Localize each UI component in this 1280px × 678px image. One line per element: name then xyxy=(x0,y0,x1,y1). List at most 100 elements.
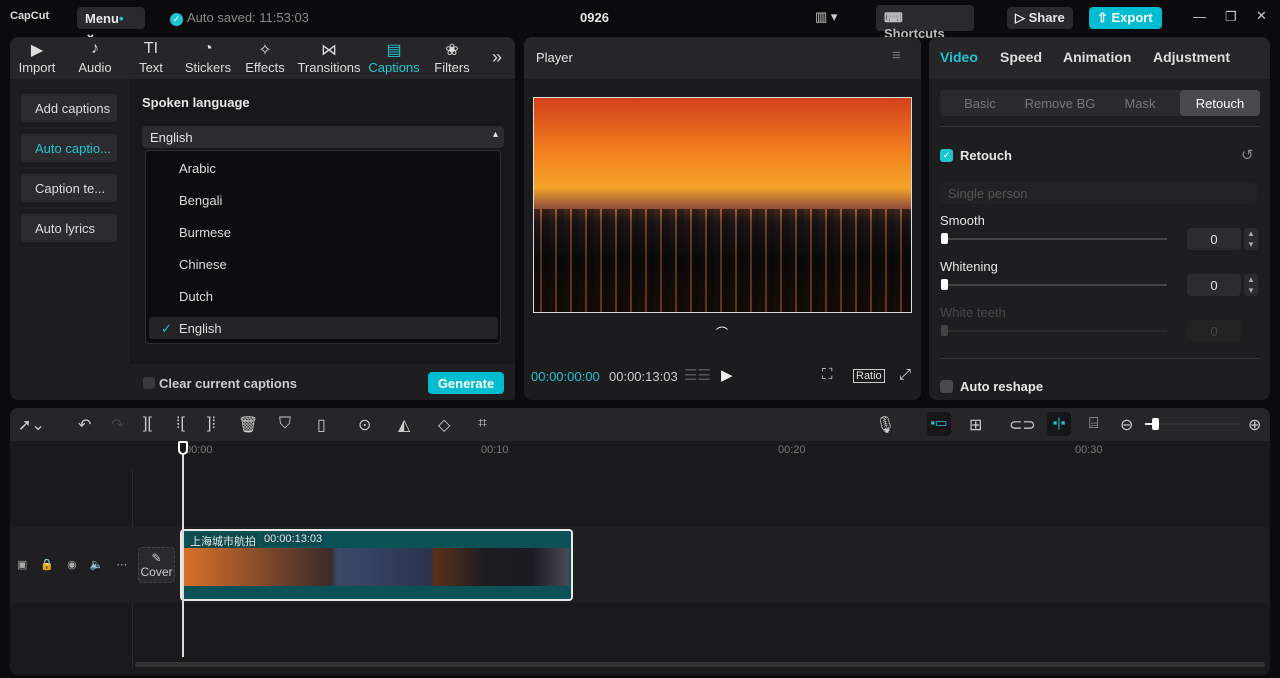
language-option[interactable]: Burmese xyxy=(149,221,498,243)
smooth-stepper[interactable]: ▲ ▼ xyxy=(1244,228,1258,250)
main-track-magnet-icon[interactable]: ▪▭ xyxy=(927,412,951,436)
timeline-zoom-slider[interactable] xyxy=(1145,423,1240,425)
tab-filters[interactable]: ❀ Filters xyxy=(432,40,472,75)
add-captions-button[interactable]: Add captions xyxy=(21,94,117,122)
language-option[interactable]: Dutch xyxy=(149,285,498,307)
hamburger-menu-icon[interactable]: ≡ xyxy=(892,47,901,64)
retouch-checkbox[interactable]: ✓ xyxy=(940,149,953,162)
delete-icon[interactable]: 🗑 xyxy=(238,415,258,435)
ruler-tick: 00:30 xyxy=(1075,444,1103,456)
auto-lyrics-button[interactable]: Auto lyrics xyxy=(21,214,117,242)
whitening-stepper[interactable]: ▲ ▼ xyxy=(1244,274,1258,296)
tab-stickers[interactable]: ◔ Stickers xyxy=(184,40,232,75)
zoom-in-icon[interactable]: ⊕ xyxy=(1248,415,1261,435)
layout-icon[interactable]: ▥ ▾ xyxy=(815,9,837,25)
tab-effects[interactable]: ✧ Effects xyxy=(243,40,287,75)
redo-icon[interactable]: ↷ xyxy=(111,415,124,435)
export-button[interactable]: ⇧ Export xyxy=(1089,7,1162,29)
video-clip[interactable]: 上海城市航拍 00:00:13:03 xyxy=(180,529,573,601)
audio-icon[interactable]: 🔈 xyxy=(90,559,117,571)
auto-snap-icon[interactable]: ⊞ xyxy=(969,415,982,435)
cover-button[interactable]: ✎ Cover xyxy=(138,547,175,583)
more-icon[interactable]: ⋯ xyxy=(116,559,140,571)
subtab-remove-bg[interactable]: Remove BG xyxy=(1020,90,1100,116)
mirror-icon[interactable]: ◭ xyxy=(398,415,410,435)
ratio-button[interactable]: Ratio xyxy=(853,369,885,383)
menu-button[interactable]: Menu• ⌄ xyxy=(77,7,145,41)
subtab-basic[interactable]: Basic xyxy=(940,90,1020,116)
language-option[interactable]: Arabic xyxy=(149,157,498,179)
smooth-label: Smooth xyxy=(940,213,985,228)
preview-axis-icon[interactable]: ▪|▪ xyxy=(1047,412,1071,436)
playhead-handle[interactable] xyxy=(178,441,188,455)
smooth-slider-handle[interactable] xyxy=(941,233,948,244)
clear-captions-checkbox[interactable] xyxy=(143,377,155,389)
tab-video[interactable]: Video xyxy=(940,49,978,65)
subtab-retouch[interactable]: Retouch xyxy=(1180,90,1260,116)
reverse-icon[interactable]: ⊙ xyxy=(358,415,371,435)
split-icon[interactable]: ][ xyxy=(143,415,152,433)
eye-icon[interactable]: ◉ xyxy=(67,559,90,571)
smooth-input[interactable]: 0 xyxy=(1187,228,1241,250)
language-dropdown: Arabic Bengali Burmese Chinese Dutch Eng… xyxy=(145,150,501,344)
lock-icon[interactable]: 🔒 xyxy=(40,559,67,571)
select-tool-icon[interactable]: ➚⌄ xyxy=(18,415,45,435)
reset-icon[interactable]: ↺ xyxy=(1241,146,1254,164)
rotate-icon[interactable]: ◇ xyxy=(438,415,450,435)
split-right-icon[interactable]: ]⁞ xyxy=(207,415,216,433)
smooth-slider[interactable] xyxy=(941,238,1167,240)
share-button[interactable]: ▷ Share xyxy=(1007,7,1073,29)
marker-icon[interactable]: ⛉ xyxy=(279,415,291,433)
tab-adjustment[interactable]: Adjustment xyxy=(1153,49,1230,65)
shortcuts-button[interactable]: ⌨ Shortcuts xyxy=(876,5,974,41)
timeline-zoom-handle[interactable] xyxy=(1152,418,1159,430)
language-option[interactable]: Chinese xyxy=(149,253,498,275)
zoom-fit-icon[interactable]: ⛶ xyxy=(822,366,833,383)
close-icon[interactable]: ✕ xyxy=(1256,8,1267,24)
subtab-mask[interactable]: Mask xyxy=(1100,90,1180,116)
zoom-out-icon[interactable]: ⊖ xyxy=(1120,415,1133,435)
freeze-icon[interactable]: ▯ xyxy=(317,415,326,435)
tab-transitions[interactable]: ⋈ Transitions xyxy=(296,40,362,75)
auto-reshape-checkbox[interactable] xyxy=(940,380,953,393)
more-tabs-icon[interactable]: » xyxy=(492,47,502,68)
tab-speed[interactable]: Speed xyxy=(1000,49,1042,65)
total-time: 00:00:13:03 xyxy=(609,369,678,384)
link-icon[interactable]: ⊂⊃ xyxy=(1009,415,1036,435)
playhead[interactable] xyxy=(182,443,184,657)
caption-template-button[interactable]: Caption te... xyxy=(21,174,117,202)
restore-icon[interactable]: ❐ xyxy=(1225,9,1237,25)
whitening-slider[interactable] xyxy=(941,284,1167,286)
zoom-timeline-icon[interactable]: ⌸ xyxy=(1089,415,1099,433)
filters-icon: ❀ xyxy=(445,42,459,59)
fullscreen-icon[interactable]: ⤢ xyxy=(899,366,911,383)
play-icon[interactable]: ▶ xyxy=(721,366,733,384)
minimize-icon[interactable]: — xyxy=(1193,9,1206,24)
person-mode-select[interactable]: Single person xyxy=(940,182,1258,204)
auto-captions-button[interactable]: Auto captio... xyxy=(21,134,117,162)
whitening-slider-handle[interactable] xyxy=(941,279,948,290)
language-option-selected[interactable]: English xyxy=(149,317,498,339)
crop-icon[interactable]: ⌗ xyxy=(478,415,487,433)
tab-text[interactable]: TI Text xyxy=(132,40,170,75)
language-value: English xyxy=(150,130,193,145)
autosave-status: ✓ Auto saved: 11:53:03 xyxy=(170,10,309,26)
undo-icon[interactable]: ↶ xyxy=(78,415,91,435)
waveform-icon[interactable]: ☰☰ xyxy=(684,366,711,384)
microphone-icon[interactable]: 🎙 xyxy=(875,415,895,435)
language-select[interactable]: English ▴ xyxy=(142,126,504,148)
tab-audio[interactable]: ♪ Audio xyxy=(74,40,116,75)
video-preview[interactable] xyxy=(533,97,912,313)
track-video-icon[interactable]: ▣ xyxy=(17,559,40,571)
chevron-up-icon: ▴ xyxy=(492,129,498,140)
generate-button[interactable]: Generate xyxy=(428,372,504,394)
whitening-input[interactable]: 0 xyxy=(1187,274,1241,296)
capcut-logo: CapCut xyxy=(10,10,50,22)
tab-import[interactable]: ▶ Import xyxy=(16,40,58,75)
tab-animation[interactable]: Animation xyxy=(1063,49,1131,65)
tab-captions[interactable]: ▤ Captions xyxy=(367,40,421,75)
timeline-scrollbar[interactable] xyxy=(135,662,1265,667)
collapse-icon[interactable]: ⌒ xyxy=(716,324,728,341)
language-option[interactable]: Bengali xyxy=(149,189,498,211)
split-left-icon[interactable]: ⁞[ xyxy=(176,415,185,433)
